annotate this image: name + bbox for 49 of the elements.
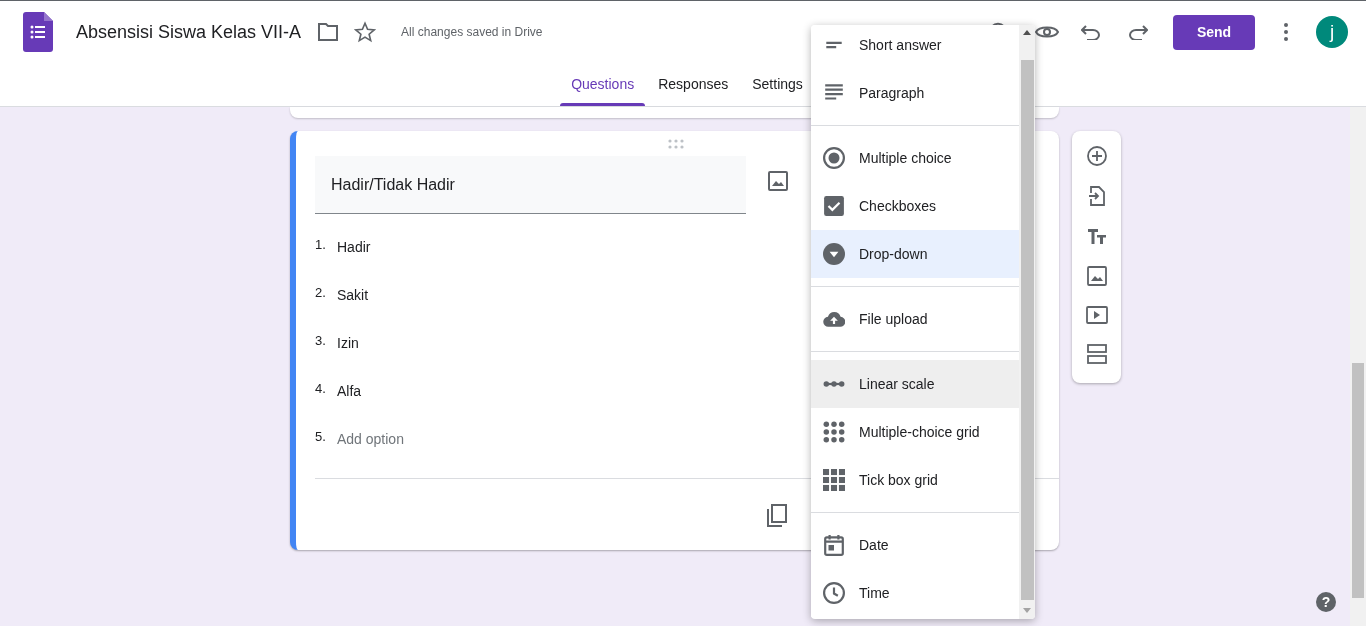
- tab[interactable]: Settings: [741, 63, 814, 106]
- option-number: 4.: [315, 379, 327, 398]
- calendar-icon: [823, 534, 845, 556]
- scroll-up-arrow-icon[interactable]: [1023, 30, 1031, 35]
- folder-icon[interactable]: [317, 23, 340, 41]
- tab[interactable]: Questions: [560, 63, 646, 106]
- question-type-option[interactable]: Drop-down: [811, 230, 1019, 278]
- option-label[interactable]: Izin: [337, 332, 359, 354]
- add-video-icon[interactable]: [1085, 306, 1108, 324]
- option-number: 1.: [315, 235, 327, 254]
- redo-icon[interactable]: [1128, 24, 1148, 40]
- more-options-icon[interactable]: [1284, 23, 1288, 41]
- duplicate-icon[interactable]: [765, 504, 787, 528]
- help-button[interactable]: ?: [1316, 592, 1336, 612]
- radio-button-icon: [823, 147, 845, 169]
- linear-scale-icon: [823, 381, 845, 387]
- dot-grid-icon: [823, 421, 845, 443]
- forms-logo-icon[interactable]: [23, 12, 53, 52]
- star-icon[interactable]: [354, 21, 377, 43]
- option-label[interactable]: Sakit: [337, 284, 369, 306]
- option-number: 5.: [315, 427, 327, 446]
- option-label[interactable]: Hadir: [337, 236, 371, 258]
- square-grid-icon: [823, 469, 845, 491]
- send-button[interactable]: Send: [1173, 14, 1255, 50]
- add-section-icon[interactable]: [1086, 344, 1107, 364]
- question-title-field[interactable]: Hadir/Tidak Hadir: [315, 156, 746, 214]
- question-type-option[interactable]: Linear scale: [811, 360, 1019, 408]
- dropdown-circle-icon: [823, 243, 845, 265]
- option-label[interactable]: Alfa: [337, 380, 362, 402]
- undo-icon[interactable]: [1081, 24, 1101, 40]
- menu-scrollbar[interactable]: [1019, 25, 1035, 619]
- drag-handle-icon[interactable]: [668, 139, 684, 149]
- form-title[interactable]: Absensisi Siswa Kelas VII-A: [76, 18, 302, 46]
- question-type-option[interactable]: Short answer: [811, 25, 1019, 69]
- clock-icon: [823, 582, 845, 604]
- checkbox-icon: [823, 195, 845, 217]
- option-number: 2.: [315, 283, 327, 302]
- add-title-icon[interactable]: [1086, 226, 1107, 246]
- tab[interactable]: Responses: [647, 63, 740, 106]
- preview-eye-icon[interactable]: [1035, 24, 1059, 40]
- add-image-icon[interactable]: [1086, 266, 1107, 286]
- image-icon[interactable]: [768, 171, 788, 191]
- account-avatar[interactable]: j: [1316, 16, 1348, 48]
- save-status: All changes saved in Drive: [401, 24, 543, 41]
- add-option-field[interactable]: Add option: [337, 428, 404, 450]
- page-scrollbar[interactable]: [1350, 107, 1366, 626]
- add-question-icon[interactable]: [1086, 146, 1107, 166]
- import-questions-icon[interactable]: [1086, 186, 1107, 206]
- option-number: 3.: [315, 331, 327, 350]
